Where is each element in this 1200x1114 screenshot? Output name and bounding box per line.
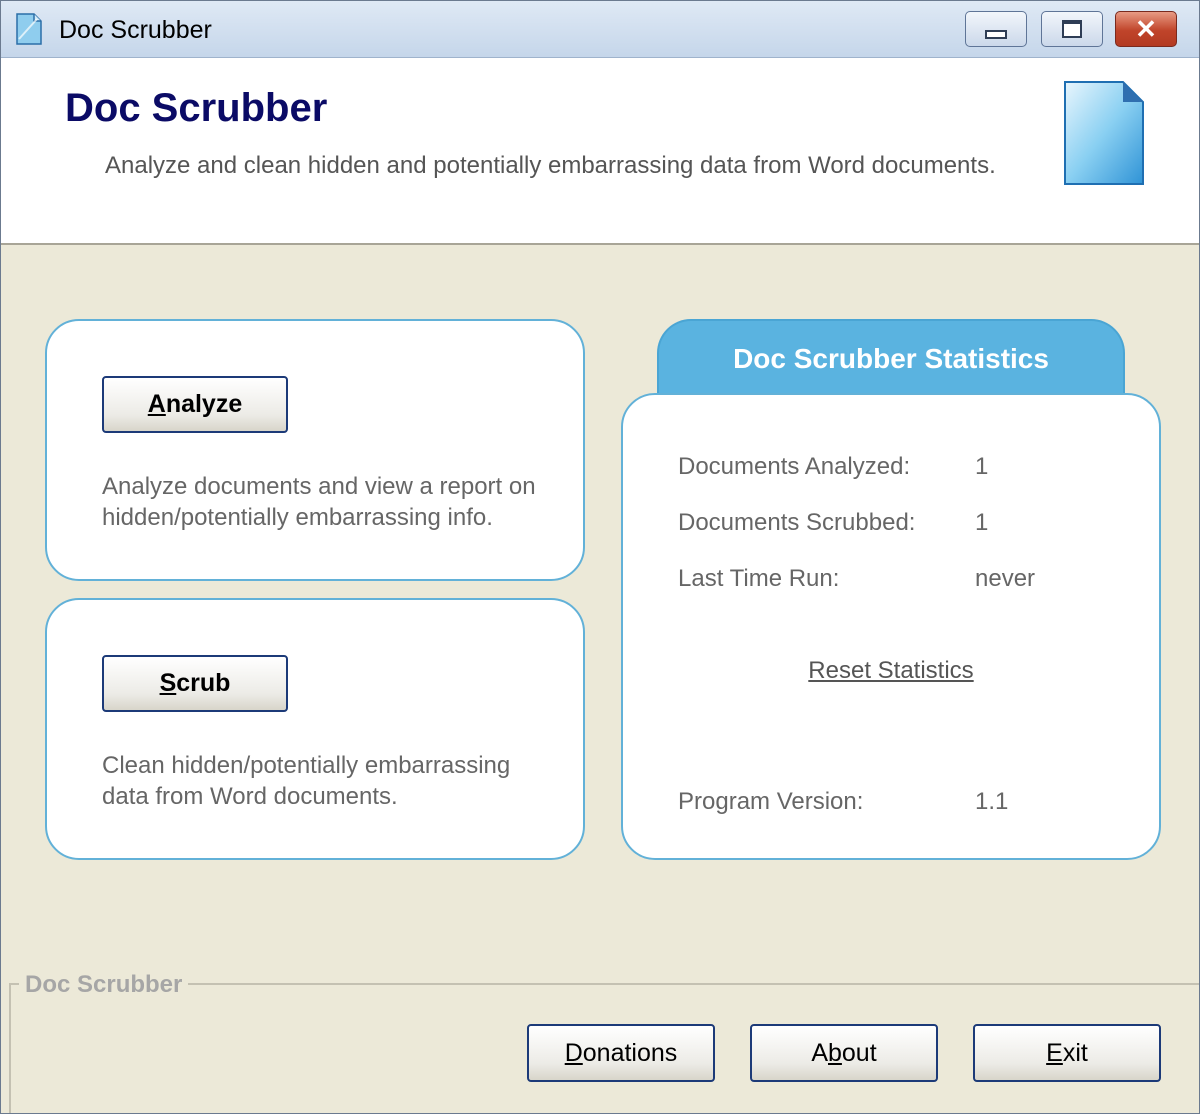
- last-time-run-label: Last Time Run:: [678, 565, 840, 592]
- minimize-icon: [985, 29, 1007, 39]
- app-icon: [16, 13, 42, 45]
- documents-analyzed-label: Documents Analyzed:: [678, 453, 911, 480]
- documents-scrubbed-value: 1: [975, 509, 989, 536]
- footer-group-label: Doc Scrubber: [19, 971, 189, 999]
- donations-button-label: onations: [582, 1038, 678, 1067]
- analyze-button[interactable]: Analyze: [102, 376, 288, 433]
- title-bar[interactable]: Doc Scrubber ✕: [1, 1, 1199, 58]
- documents-analyzed-value: 1: [975, 453, 989, 480]
- program-version-value: 1.1: [975, 788, 1009, 815]
- header-banner: Doc Scrubber Analyze and clean hidden an…: [1, 58, 1199, 245]
- donations-accelerator: D: [564, 1038, 583, 1067]
- about-accelerator: b: [828, 1038, 842, 1067]
- scrub-panel: Scrub Clean hidden/potentially embarrass…: [45, 598, 585, 860]
- scrub-button[interactable]: Scrub: [102, 655, 288, 712]
- reset-statistics-link[interactable]: Reset Statistics: [623, 657, 1159, 685]
- window-title: Doc Scrubber: [59, 16, 212, 44]
- scrub-accelerator: S: [159, 669, 177, 697]
- about-button-label-start: A: [811, 1038, 828, 1067]
- statistics-title: Doc Scrubber Statistics: [733, 343, 1049, 374]
- last-time-run-value: never: [975, 565, 1036, 592]
- scrub-button-label: crub: [176, 669, 231, 697]
- statistics-panel: Documents Analyzed: 1 Documents Scrubbed…: [621, 393, 1161, 860]
- analyze-accelerator: A: [147, 390, 166, 418]
- maximize-button[interactable]: [1041, 11, 1103, 47]
- exit-accelerator: E: [1046, 1038, 1063, 1067]
- minimize-button[interactable]: [965, 11, 1027, 47]
- close-icon: ✕: [1135, 14, 1157, 44]
- header-subtitle: Analyze and clean hidden and potentially…: [105, 152, 996, 179]
- scrub-description: Clean hidden/potentially embarrassing da…: [102, 752, 511, 810]
- program-version-label: Program Version:: [678, 788, 864, 815]
- documents-scrubbed-label: Documents Scrubbed:: [678, 509, 916, 536]
- header-title: Doc Scrubber: [65, 86, 328, 130]
- exit-button[interactable]: Exit: [973, 1024, 1161, 1082]
- about-button[interactable]: Ab out: [750, 1024, 938, 1082]
- close-button[interactable]: ✕: [1115, 11, 1177, 47]
- app-window: Doc Scrubber ✕ Doc Scrubber Analyze and …: [0, 0, 1200, 1114]
- exit-button-label: xit: [1062, 1038, 1088, 1067]
- maximize-icon: [1062, 20, 1082, 38]
- about-button-label-end: out: [841, 1038, 877, 1067]
- document-icon: [1064, 81, 1144, 185]
- analyze-button-label: nalyze: [165, 390, 243, 418]
- donations-button[interactable]: Donations: [527, 1024, 715, 1082]
- analyze-panel: Analyze Analyze documents and view a rep…: [45, 319, 585, 581]
- analyze-description: Analyze documents and view a report on h…: [102, 473, 536, 531]
